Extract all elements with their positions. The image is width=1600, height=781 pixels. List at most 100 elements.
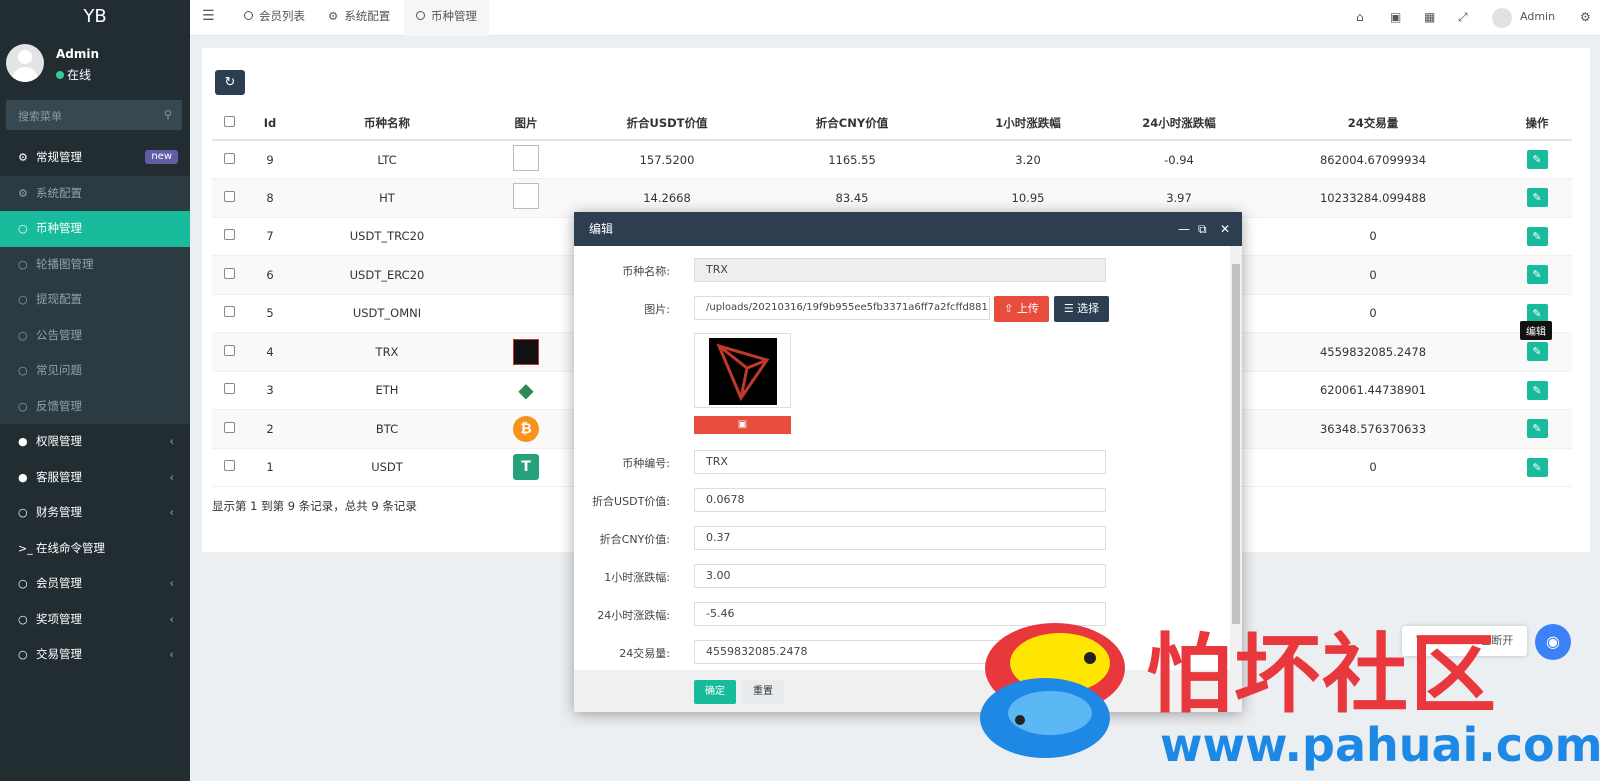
- sidebar-item-finance[interactable]: ○ 财务管理 ‹: [0, 495, 190, 531]
- edit-button[interactable]: ✎: [1526, 457, 1548, 477]
- eth-coin-icon: ◆: [518, 378, 534, 403]
- image-cell: [480, 332, 572, 372]
- confirm-button[interactable]: 确定: [694, 680, 736, 704]
- watermark-text: 怕坏社区: [1146, 625, 1498, 725]
- edit-button[interactable]: ✎: [1526, 265, 1548, 285]
- tab-member-list[interactable]: 会员列表: [236, 0, 313, 36]
- sidebar-item-banner[interactable]: ○ 轮播图管理: [0, 246, 190, 282]
- edit-button[interactable]: ✎: [1526, 419, 1548, 439]
- cny-value-input[interactable]: 0.37: [694, 526, 1106, 550]
- col-header[interactable]: 1小时涨跌幅: [942, 106, 1114, 141]
- menu-toggle-icon[interactable]: ☰: [202, 8, 215, 24]
- cogs-icon[interactable]: ⚙: [1580, 10, 1591, 24]
- delete-image-button[interactable]: ▣: [694, 416, 791, 434]
- row-checkbox[interactable]: [223, 344, 235, 356]
- sidebar-item-withdraw-config[interactable]: ○ 提现配置: [0, 282, 190, 318]
- top-user-name[interactable]: Admin: [1520, 10, 1555, 23]
- coin-code-input[interactable]: TRX: [694, 450, 1106, 474]
- list-icon: ☰: [1063, 302, 1078, 315]
- edit-button[interactable]: ✎: [1526, 150, 1548, 169]
- image-cell: [480, 217, 572, 256]
- edit-button[interactable]: ✎: [1526, 380, 1548, 400]
- row-checkbox[interactable]: [223, 267, 235, 279]
- watermark: 怕坏社区 www.pahuai.com: [970, 600, 1600, 781]
- h1-change-input[interactable]: 3.00: [694, 564, 1106, 588]
- row-checkbox[interactable]: [223, 460, 235, 472]
- select-button[interactable]: ☰ 选择: [1054, 296, 1109, 322]
- checkbox-cell[interactable]: [212, 448, 246, 487]
- row-checkbox[interactable]: [223, 383, 235, 395]
- checkbox-cell[interactable]: [212, 140, 246, 179]
- row-checkbox[interactable]: [223, 306, 235, 318]
- checkbox-cell[interactable]: [212, 255, 246, 295]
- scrollbar-thumb[interactable]: [1232, 264, 1240, 624]
- sidebar-item-coin-manage[interactable]: ○ 币种管理: [0, 211, 190, 247]
- checkbox-cell[interactable]: [212, 217, 246, 256]
- user-name: Admin: [56, 47, 100, 61]
- row-checkbox[interactable]: [223, 190, 235, 202]
- image-path-input[interactable]: /uploads/20210316/19f9b955ee5fb3371a6ff7…: [694, 296, 990, 320]
- checkbox-cell[interactable]: [212, 294, 246, 333]
- tab-system-config[interactable]: ⚙ 系统配置: [320, 0, 398, 36]
- reset-button[interactable]: 重置: [742, 680, 784, 704]
- home-icon[interactable]: ⌂: [1356, 10, 1364, 24]
- checkbox-cell[interactable]: [212, 332, 246, 372]
- sidebar-item-general[interactable]: ⚙ 常规管理 new: [0, 140, 190, 176]
- sidebar-item-label: 币种管理: [36, 221, 82, 235]
- usdt-value-input[interactable]: 0.0678: [694, 488, 1106, 512]
- minimize-icon[interactable]: —: [1178, 212, 1190, 246]
- checkbox-cell[interactable]: [212, 178, 246, 218]
- close-icon[interactable]: ✕: [1220, 212, 1230, 246]
- refresh-button[interactable]: ↻: [215, 70, 245, 95]
- select-all-header[interactable]: [212, 106, 246, 141]
- edit-button[interactable]: ✎: [1526, 188, 1548, 208]
- image-preview: [694, 333, 791, 408]
- top-avatar[interactable]: [1492, 8, 1512, 28]
- sidebar-item-notice[interactable]: ○ 公告管理: [0, 317, 190, 353]
- edit-button[interactable]: ✎: [1526, 342, 1548, 362]
- cog-icon: ⚙: [18, 186, 28, 200]
- sidebar-item-prizes[interactable]: ○ 奖项管理 ‹: [0, 601, 190, 637]
- col-header[interactable]: Id: [246, 106, 294, 141]
- brand-logo[interactable]: YB: [0, 0, 190, 33]
- checkbox-cell[interactable]: [212, 371, 246, 410]
- sidebar-item-system-config[interactable]: ⚙ 系统配置: [0, 175, 190, 211]
- new-badge: new: [145, 150, 178, 164]
- trash-icon[interactable]: ▣: [1390, 10, 1401, 24]
- select-all-checkbox[interactable]: [223, 115, 235, 127]
- volume-cell: 620061.44738901: [1244, 371, 1502, 410]
- sidebar-item-service[interactable]: ● 客服管理 ‹: [0, 459, 190, 495]
- upload-button[interactable]: ⇧ 上传: [994, 296, 1049, 322]
- col-header[interactable]: 折合USDT价值: [572, 106, 762, 141]
- coin-name-input[interactable]: TRX: [694, 258, 1106, 282]
- fish-logo-icon: [970, 608, 1140, 773]
- edit-button[interactable]: ✎: [1526, 303, 1548, 323]
- col-header[interactable]: 币种名称: [294, 106, 480, 141]
- table-row[interactable]: 9 LTC 157.5200 1165.55 3.20 -0.94 862004.67099…: [212, 140, 1572, 179]
- sidebar-item-auth[interactable]: ● 权限管理 ‹: [0, 424, 190, 460]
- col-header[interactable]: 24小时涨跌幅: [1114, 106, 1244, 141]
- row-checkbox[interactable]: [223, 421, 235, 433]
- tab-coin-manage[interactable]: 币种管理: [404, 0, 489, 36]
- sidebar-item-trade[interactable]: ○ 交易管理 ‹: [0, 637, 190, 673]
- row-checkbox[interactable]: [223, 229, 235, 241]
- row-checkbox[interactable]: [223, 152, 235, 164]
- btc-coin-icon: ₿: [513, 415, 539, 442]
- pencil-icon: ✎: [1532, 383, 1542, 397]
- circle-icon: ○: [18, 222, 28, 235]
- translate-icon[interactable]: ▦: [1424, 10, 1435, 24]
- comment-icon: ●: [18, 470, 28, 484]
- sidebar-item-command[interactable]: >_ 在线命令管理: [0, 530, 190, 566]
- circle-icon: ○: [18, 293, 28, 306]
- fullscreen-icon[interactable]: ⤢: [1458, 10, 1468, 25]
- col-header[interactable]: 24交易量: [1244, 106, 1502, 141]
- col-header[interactable]: 折合CNY价值: [762, 106, 942, 141]
- edit-button[interactable]: ✎: [1526, 226, 1548, 246]
- maximize-icon[interactable]: ⧉: [1198, 212, 1207, 246]
- menu-search-input[interactable]: 搜索菜单 ⚲: [6, 100, 182, 130]
- terminal-icon: >_: [18, 541, 33, 555]
- sidebar-item-faq[interactable]: ○ 常见问题: [0, 353, 190, 389]
- sidebar-item-feedback[interactable]: ○ 反馈管理: [0, 388, 190, 424]
- sidebar-item-members[interactable]: ○ 会员管理 ‹: [0, 566, 190, 602]
- checkbox-cell[interactable]: [212, 409, 246, 449]
